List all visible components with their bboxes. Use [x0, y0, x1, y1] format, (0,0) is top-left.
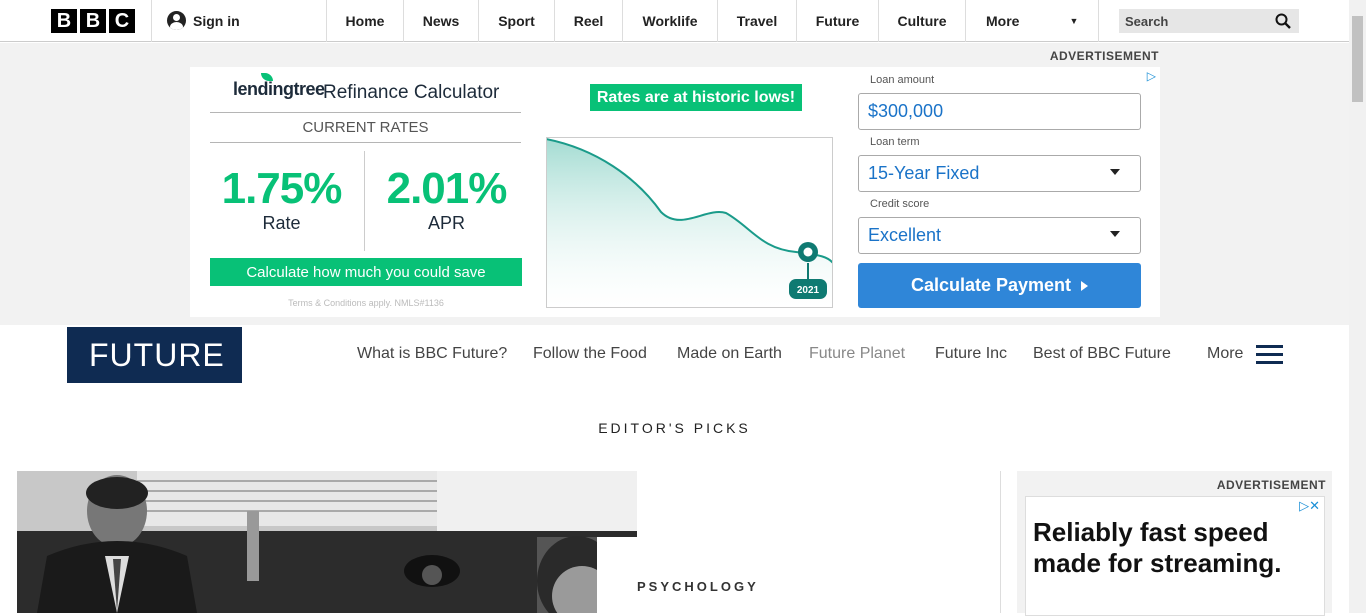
- logo-letter-c: C: [109, 9, 135, 33]
- future-nav-future-inc[interactable]: Future Inc: [935, 345, 1007, 363]
- search-box[interactable]: [1119, 9, 1299, 33]
- nav-sport[interactable]: Sport: [478, 0, 554, 42]
- future-nav-follow-the-food[interactable]: Follow the Food: [533, 345, 647, 363]
- rate-label: Rate: [262, 213, 301, 233]
- future-nav-what-is[interactable]: What is BBC Future?: [357, 345, 507, 363]
- nav-divider: [151, 0, 152, 42]
- signin-label: Sign in: [193, 12, 240, 29]
- main-nav: Home News Sport Reel Worklife Travel Fut…: [326, 0, 1099, 42]
- divider: [364, 151, 365, 251]
- historic-lows-banner: Rates are at historic lows!: [590, 84, 802, 111]
- calculate-payment-button[interactable]: Calculate Payment: [858, 263, 1141, 308]
- loan-term-label: Loan term: [870, 136, 920, 148]
- nav-home[interactable]: Home: [326, 0, 403, 42]
- ad-label: ADVERTISEMENT: [1216, 478, 1326, 492]
- column-divider: [1000, 471, 1001, 613]
- loan-term-select[interactable]: 15-Year Fixed: [858, 155, 1141, 192]
- divider: [210, 142, 521, 143]
- nav-worklife[interactable]: Worklife: [622, 0, 717, 42]
- page-scrollbar[interactable]: [1349, 0, 1366, 613]
- chevron-down-icon: [1110, 231, 1120, 237]
- article-photo: [17, 471, 637, 613]
- nav-future[interactable]: Future: [796, 0, 878, 42]
- ad-label: ADVERTISEMENT: [1049, 49, 1159, 63]
- future-nav-future-planet[interactable]: Future Planet: [809, 345, 905, 363]
- scrollbar-thumb[interactable]: [1352, 16, 1363, 102]
- rate-block: 1.75% Rate: [204, 167, 359, 234]
- credit-score-label: Credit score: [870, 198, 930, 210]
- logo-letter-b2: B: [80, 9, 106, 33]
- ad-title: Refinance Calculator: [323, 82, 500, 103]
- divider: [210, 112, 521, 113]
- chevron-down-icon: [1110, 169, 1120, 175]
- nav-more[interactable]: More ▼: [965, 0, 1099, 42]
- terms-text: Terms & Conditions apply. NMLS#1136: [288, 298, 444, 308]
- chart-year-label: 2021: [797, 285, 820, 296]
- article-category[interactable]: PSYCHOLOGY: [637, 579, 759, 594]
- loan-amount-label: Loan amount: [870, 74, 935, 86]
- nav-travel[interactable]: Travel: [717, 0, 796, 42]
- signin-link[interactable]: Sign in: [167, 11, 240, 30]
- user-icon: [167, 11, 186, 30]
- lendingtree-ad[interactable]: ▷ lendingtree Refinance Calculator CURRE…: [190, 67, 1160, 317]
- adchoices-close-icon[interactable]: ▷✕: [1299, 498, 1320, 514]
- nav-culture[interactable]: Culture: [878, 0, 965, 42]
- apr-value: 2.01%: [386, 164, 508, 213]
- nav-reel[interactable]: Reel: [554, 0, 622, 42]
- future-nav-made-on-earth[interactable]: Made on Earth: [677, 345, 782, 363]
- chevron-down-icon: ▼: [1069, 16, 1079, 26]
- search-icon[interactable]: [1275, 13, 1291, 29]
- bbc-logo[interactable]: B B C: [51, 9, 135, 33]
- apr-label: APR: [427, 213, 465, 233]
- future-nav-best-of[interactable]: Best of BBC Future: [1033, 345, 1171, 363]
- credit-score-select[interactable]: Excellent: [858, 217, 1141, 254]
- top-ad-region: ADVERTISEMENT ▷ lendingtree Refinance Ca…: [0, 43, 1349, 325]
- side-ad-region: ADVERTISEMENT ▷✕ Reliably fast speed mad…: [1017, 471, 1332, 616]
- logo-letter-b1: B: [51, 9, 77, 33]
- hamburger-menu-icon[interactable]: [1256, 345, 1283, 365]
- article-image[interactable]: [17, 471, 637, 613]
- future-more-link[interactable]: More: [1207, 345, 1243, 363]
- play-arrow-icon: [1081, 280, 1089, 291]
- rate-value: 1.75%: [221, 164, 343, 213]
- search-input[interactable]: [1125, 13, 1265, 29]
- future-logo[interactable]: FUTURE: [67, 327, 242, 383]
- current-rates-heading: CURRENT RATES: [302, 119, 429, 136]
- calculate-savings-button[interactable]: Calculate how much you could save: [210, 258, 522, 286]
- lendingtree-logo: lendingtree: [233, 73, 325, 100]
- apr-block: 2.01% APR: [369, 167, 524, 234]
- editors-picks-heading: EDITOR'S PICKS: [598, 420, 751, 436]
- rate-trend-graphic: 2021: [546, 137, 833, 308]
- top-navigation: B B C Sign in Home News Sport Reel Workl…: [0, 0, 1349, 42]
- loan-amount-field[interactable]: $300,000: [858, 93, 1141, 130]
- side-ad-headline: Reliably fast speed made for streaming.: [1033, 517, 1282, 578]
- adchoices-icon[interactable]: ▷: [1147, 69, 1156, 83]
- nav-news[interactable]: News: [403, 0, 478, 42]
